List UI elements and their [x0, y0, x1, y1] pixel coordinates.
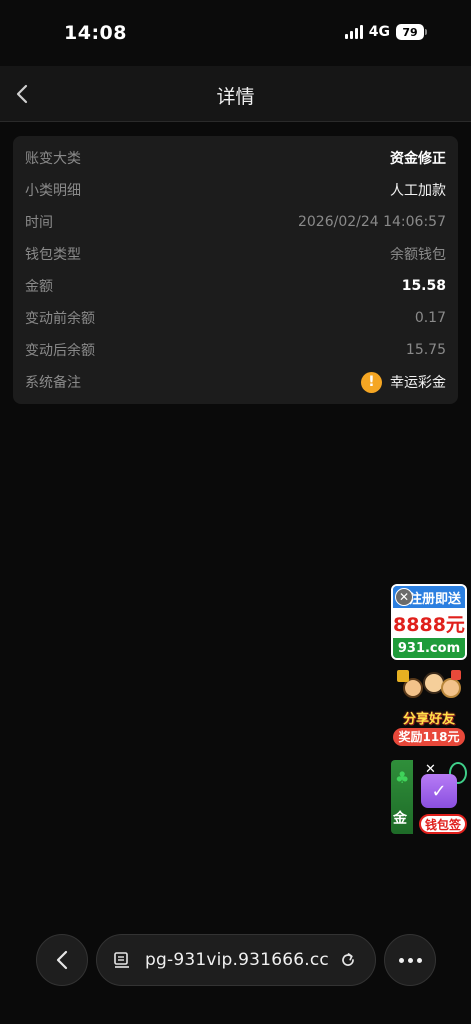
promo2-line1: 分享好友	[402, 712, 455, 727]
detail-label: 金额	[25, 279, 53, 295]
promo3-label: 钱包签	[419, 814, 467, 834]
status-bar: 14:08 4G 79	[0, 0, 471, 66]
battery-icon: 79	[396, 24, 427, 40]
promo2-line2: 奖励118元	[393, 728, 465, 746]
promo1-line2: 8888元	[393, 608, 465, 638]
details-card: 账变大类 资金修正 小类明细 人工加款 时间 2026/02/24 14:06:…	[13, 136, 458, 404]
detail-row-remark: 系统备注 ! 幸运彩金	[25, 366, 446, 398]
promo-wallet-banner[interactable]: ♣ 金 ✕ ✓ 钱包签	[391, 760, 467, 834]
clover-icon: ♣	[395, 768, 410, 787]
detail-label: 变动后余额	[25, 343, 95, 359]
promo1-line3: 931.com	[393, 638, 465, 658]
detail-value: 2026/02/24 14:06:57	[297, 214, 446, 230]
network-type: 4G	[368, 24, 390, 40]
browser-back-button[interactable]	[36, 934, 88, 986]
page-title: 详情	[216, 86, 255, 108]
detail-value: 0.17	[414, 310, 446, 326]
more-options-button[interactable]	[384, 934, 436, 986]
status-time: 14:08	[64, 22, 127, 44]
detail-value: 资金修正	[390, 151, 446, 167]
detail-label: 小类明细	[25, 183, 81, 199]
battery-level: 79	[396, 24, 424, 40]
address-bar[interactable]: pg-931vip.931666.cc	[96, 934, 376, 986]
remark-text: 幸运彩金	[390, 375, 446, 391]
status-indicators: 4G 79	[344, 24, 427, 40]
promo3-left-text: 金	[393, 811, 407, 827]
detail-label: 账变大类	[25, 151, 81, 167]
detail-label: 钱包类型	[25, 247, 81, 263]
detail-label: 时间	[25, 215, 53, 231]
detail-value: 15.75	[405, 342, 446, 358]
nav-bar: 详情	[0, 66, 471, 122]
detail-row-balance-before: 变动前余额 0.17	[25, 302, 446, 334]
detail-row-subcategory: 小类明细 人工加款	[25, 174, 446, 206]
detail-row-amount: 金额 15.58	[25, 270, 446, 302]
wallet-check-icon: ✓	[421, 774, 457, 808]
detail-value: 15.58	[401, 278, 446, 294]
detail-row-wallet: 钱包类型 余额钱包	[25, 238, 446, 270]
promo3-left-panel: ♣ 金	[391, 760, 413, 834]
detail-row-balance-after: 变动后余额 15.75	[25, 334, 446, 366]
signal-icon	[344, 25, 363, 39]
detail-value: ! 幸运彩金	[361, 371, 446, 393]
detail-value: 余额钱包	[390, 247, 446, 263]
detail-row-category: 账变大类 资金修正	[25, 142, 446, 174]
page-menu-icon[interactable]	[113, 950, 133, 970]
detail-label: 系统备注	[25, 375, 81, 391]
browser-toolbar: pg-931vip.931666.cc	[0, 930, 471, 994]
reload-icon[interactable]	[337, 949, 359, 971]
detail-label: 变动前余额	[25, 311, 95, 327]
chevron-left-icon	[56, 950, 68, 970]
promo-share-banner[interactable]: 分享好友 奖励118元	[391, 670, 467, 748]
promo-register-banner[interactable]: 注册即送 8888元 931.com ✕	[391, 584, 467, 660]
detail-row-time: 时间 2026/02/24 14:06:57	[25, 206, 446, 238]
people-illustration-icon	[397, 670, 461, 712]
detail-value: 人工加款	[390, 183, 446, 199]
url-text: pg-931vip.931666.cc	[145, 950, 329, 970]
warning-icon: !	[361, 371, 382, 393]
close-icon[interactable]: ✕	[395, 588, 413, 606]
